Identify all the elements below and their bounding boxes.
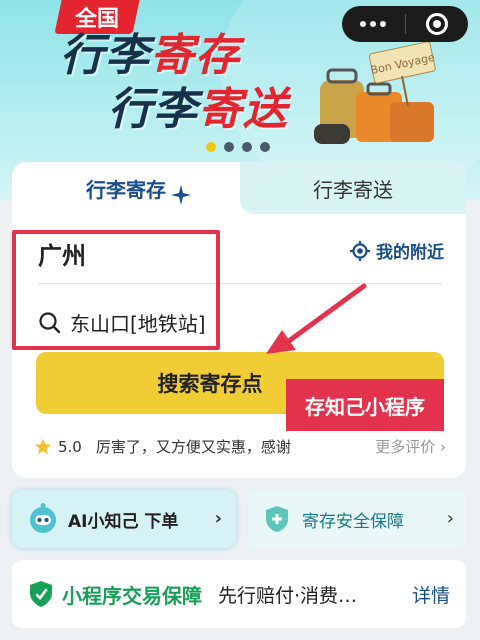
- annotation-arrow: [266, 283, 367, 354]
- carousel-dot[interactable]: [224, 142, 234, 152]
- robot-icon: [30, 503, 56, 533]
- more-menu-button[interactable]: [342, 21, 405, 27]
- locate-icon: [350, 240, 370, 261]
- nearby-button[interactable]: 我的附近: [350, 238, 444, 263]
- close-miniprogram-button[interactable]: [406, 13, 469, 35]
- review-summary: 5.0 厉害了，又方便又实惠，感谢: [34, 436, 291, 457]
- carousel-dot[interactable]: [206, 142, 216, 152]
- chevron-right-icon: ›: [446, 508, 454, 529]
- chevron-right-icon: ›: [214, 508, 222, 529]
- details-link[interactable]: 详情: [412, 581, 450, 608]
- target-icon: [425, 13, 448, 35]
- trade-guarantee-banner[interactable]: 小程序交易保障 先行赔付·消费… 详情: [12, 560, 466, 628]
- miniprogram-name-label: 存知己小程序: [286, 379, 444, 431]
- miniprogram-capsule: [342, 6, 468, 42]
- headline-storage: 行李寄存: [60, 30, 240, 81]
- carousel-indicator: [206, 142, 270, 152]
- ai-assistant-order-button[interactable]: AI小知己 下单 ›: [12, 490, 236, 548]
- annotation-highlight-box: [12, 230, 220, 350]
- more-reviews-link[interactable]: 更多评价 ›: [375, 436, 446, 457]
- sparkle-icon: [171, 185, 191, 205]
- headline-delivery: 行李寄送: [108, 84, 288, 135]
- nationwide-badge: 全国: [54, 0, 140, 34]
- luggage-illustration: Bon Voyage: [314, 41, 436, 144]
- service-tabs: 行李寄送 行李寄存: [12, 162, 466, 214]
- dot-icon: [370, 21, 377, 27]
- dot-icon: [380, 21, 387, 27]
- rating-score: 5.0: [58, 437, 82, 456]
- carousel-dot[interactable]: [242, 142, 252, 152]
- guarantee-shield-icon: [30, 581, 52, 607]
- tab-delivery[interactable]: 行李寄送: [240, 162, 466, 214]
- dot-icon: [360, 21, 367, 27]
- carousel-dot[interactable]: [260, 142, 270, 152]
- tab-storage[interactable]: 行李寄存: [12, 162, 240, 214]
- star-icon: [34, 438, 52, 454]
- chevron-right-icon: ›: [435, 438, 446, 456]
- review-text: 厉害了，又方便又实惠，感谢: [95, 438, 291, 456]
- storage-safety-button[interactable]: 寄存安全保障 ›: [248, 490, 466, 548]
- shield-plus-icon: [266, 506, 288, 532]
